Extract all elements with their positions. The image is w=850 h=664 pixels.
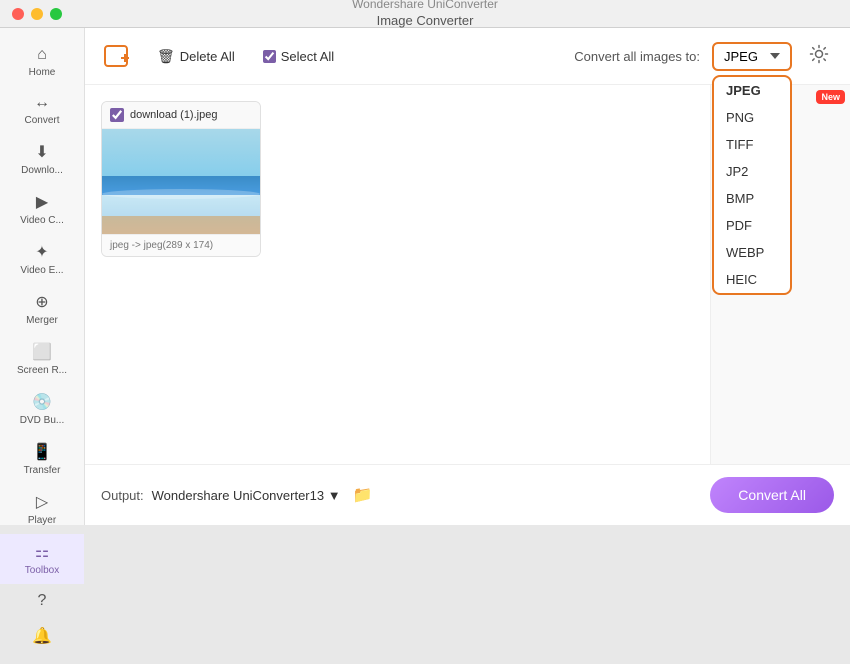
delete-all-button[interactable]: 🗑 Delete All (149, 44, 243, 69)
sidebar-label-download: Downlo... (21, 165, 63, 176)
title-bar: Wondershare UniConverter Image Converter (0, 0, 850, 28)
sidebar-label-player: Player (28, 515, 56, 526)
add-files-icon (101, 38, 137, 74)
delete-all-label: Delete All (180, 49, 235, 64)
output-path[interactable]: Wondershare UniConverter13 ▼ (152, 488, 341, 503)
sidebar-item-toolbox[interactable]: ⚏ Toolbox (0, 534, 84, 584)
sidebar-item-screen[interactable]: ⬜ Screen R... (0, 334, 84, 384)
trash-icon: 🗑 (157, 48, 175, 65)
sidebar-label-screen: Screen R... (17, 365, 67, 376)
sidebar-item-bell[interactable]: 🔔 (0, 618, 84, 654)
sidebar-item-home[interactable]: ⌂ Home (0, 38, 84, 86)
output-label: Output: (101, 488, 144, 503)
toolbar: 🗑 Delete All Select All Convert all imag… (85, 28, 850, 85)
sidebar-label-video-c: Video C... (20, 215, 64, 226)
file-thumbnail (102, 129, 260, 234)
sidebar-item-video-edit[interactable]: ✦ Video E... (0, 234, 84, 284)
format-option-pdf[interactable]: PDF (714, 212, 790, 239)
video-e-icon: ✦ (35, 242, 48, 262)
sidebar-item-help[interactable]: ? (0, 584, 84, 618)
sidebar-item-dvd[interactable]: 💿 DVD Bu... (0, 384, 84, 434)
new-badge: New (816, 90, 845, 104)
player-icon: ▷ (36, 492, 48, 512)
format-option-bmp[interactable]: BMP (714, 185, 790, 212)
format-option-heic[interactable]: HEIC (714, 266, 790, 293)
selected-format: JPEG (724, 49, 758, 64)
sidebar-label-video-e: Video E... (20, 265, 63, 276)
file-name: download (1).jpeg (130, 109, 217, 121)
sidebar-label-dvd: DVD Bu... (20, 415, 64, 426)
format-selector-container: JPEG JPEG PNG TIFF JP2 BMP PDF WEBP HEIC (712, 42, 792, 71)
sidebar-label-merger: Merger (26, 315, 58, 326)
folder-icon[interactable]: 📁 (353, 485, 373, 505)
chevron-down-icon (770, 53, 780, 59)
transfer-icon: 📱 (32, 442, 52, 462)
download-icon: ⬇ (35, 142, 48, 162)
bell-icon: 🔔 (32, 626, 52, 646)
select-all-checkbox[interactable] (263, 50, 276, 63)
select-all-button[interactable]: Select All (255, 45, 342, 68)
format-option-tiff[interactable]: TIFF (714, 131, 790, 158)
app-container: ⌂ Home ↔ Convert ⬇ Downlo... ▶ Video C..… (0, 28, 850, 525)
convert-icon: ↔ (34, 94, 50, 112)
format-option-webp[interactable]: WEBP (714, 239, 790, 266)
select-all-label: Select All (281, 49, 334, 64)
main-content: 🗑 Delete All Select All Convert all imag… (85, 28, 850, 525)
file-info: jpeg -> jpeg(289 x 174) (102, 234, 260, 256)
footer: Output: Wondershare UniConverter13 ▼ 📁 C… (85, 464, 850, 525)
settings-button[interactable] (804, 43, 834, 70)
sidebar-item-download[interactable]: ⬇ Downlo... (0, 134, 84, 184)
sidebar: ⌂ Home ↔ Convert ⬇ Downlo... ▶ Video C..… (0, 28, 85, 525)
sidebar-bottom: ? 🔔 (0, 584, 84, 664)
format-option-png[interactable]: PNG (714, 104, 790, 131)
app-title: Wondershare UniConverter (352, 0, 498, 13)
output-path-text: Wondershare UniConverter13 ▼ (152, 488, 341, 503)
file-card-header: download (1).jpeg (102, 102, 260, 129)
convert-label: Convert all images to: (574, 49, 700, 64)
sidebar-item-merger[interactable]: ⊕ Merger (0, 284, 84, 334)
sidebar-label-toolbox: Toolbox (25, 565, 59, 576)
sidebar-item-transfer[interactable]: 📱 Transfer (0, 434, 84, 484)
format-select-button[interactable]: JPEG (712, 42, 792, 71)
dvd-icon: 💿 (32, 392, 52, 412)
screen-icon: ⬜ (32, 342, 52, 362)
help-icon: ? (38, 592, 47, 610)
maximize-button[interactable] (50, 8, 62, 20)
minimize-button[interactable] (31, 8, 43, 20)
sidebar-label-transfer: Transfer (24, 465, 61, 476)
merger-icon: ⊕ (35, 292, 48, 312)
format-dropdown: JPEG PNG TIFF JP2 BMP PDF WEBP HEIC (712, 75, 792, 295)
format-option-jp2[interactable]: JP2 (714, 158, 790, 185)
toolbox-icon: ⚏ (35, 542, 49, 562)
sidebar-label-convert: Convert (24, 115, 59, 126)
window-subtitle: Image Converter (377, 13, 474, 30)
convert-all-label: Convert All (738, 487, 806, 503)
close-button[interactable] (12, 8, 24, 20)
sidebar-item-convert[interactable]: ↔ Convert (0, 86, 84, 134)
format-option-jpeg[interactable]: JPEG (714, 77, 790, 104)
file-area: download (1).jpeg jpeg -> jpeg(289 x 174… (85, 85, 710, 464)
add-files-button[interactable] (101, 38, 137, 74)
sidebar-item-player[interactable]: ▷ Player (0, 484, 84, 534)
settings-icon (808, 43, 830, 65)
sidebar-label-home: Home (29, 67, 56, 78)
video-c-icon: ▶ (36, 192, 48, 212)
file-card: download (1).jpeg jpeg -> jpeg(289 x 174… (101, 101, 261, 257)
convert-all-button[interactable]: Convert All (710, 477, 834, 513)
sidebar-item-video-compress[interactable]: ▶ Video C... (0, 184, 84, 234)
window-controls (12, 8, 62, 20)
home-icon: ⌂ (37, 46, 47, 64)
file-checkbox[interactable] (110, 108, 124, 122)
